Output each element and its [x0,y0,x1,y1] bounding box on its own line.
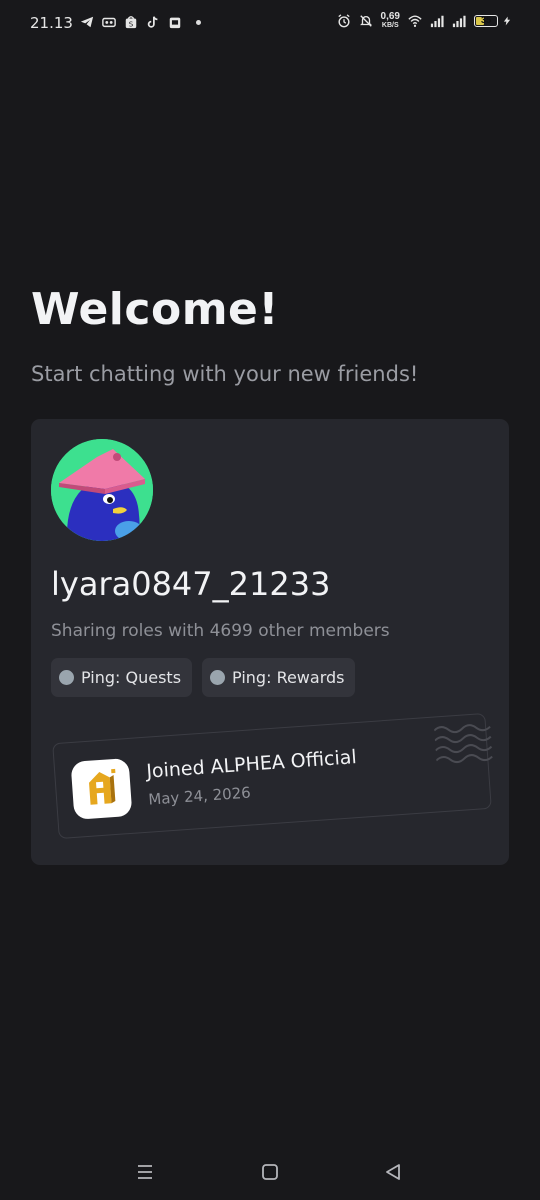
telegram-icon [80,16,94,28]
username: lyara0847_21233 [51,565,331,603]
role-list: Ping: Quests Ping: Rewards [51,658,356,697]
app-icon [169,17,181,29]
role-color-dot [59,670,74,685]
back-icon[interactable] [381,1160,405,1184]
tiktok-icon [147,16,158,28]
status-bar: 21.13 S 0,69 KB/S 35 [0,0,540,46]
role-label: Ping: Quests [81,668,182,687]
svg-text:S: S [129,20,134,28]
shared-roles-text: Sharing roles with 4699 other members [51,621,390,641]
net-speed-value: 0,69 [380,11,400,22]
avatar[interactable] [51,439,153,541]
signal-icon [430,15,444,28]
role-chip-quests[interactable]: Ping: Quests [51,658,193,697]
postmark-waves-icon [433,724,493,764]
net-speed-unit: KB/S [381,22,399,29]
wifi-icon [408,15,422,27]
notification-icons: S [80,15,201,29]
home-icon[interactable] [258,1160,282,1184]
avatar-illustration [51,439,153,541]
network-speed: 0,69 KB/S [381,12,400,30]
battery-icon: 35 [474,15,498,27]
signal-icon [452,15,466,28]
alarm-icon [337,14,350,28]
mute-icon [359,15,372,27]
status-time: 21.13 [30,14,73,32]
profile-card: lyara0847_21233 Sharing roles with 4699 … [31,419,509,865]
server-icon[interactable] [70,757,133,820]
joined-server-ticket: Joined ALPHEA Official May 24, 2026 [52,712,493,840]
role-label: Ping: Rewards [232,668,345,687]
recorder-icon [102,17,116,28]
menu-icon[interactable] [133,1160,157,1184]
shopee-icon: S [125,16,137,28]
charging-icon [503,16,511,26]
role-color-dot [210,670,226,685]
page-title: Welcome! [31,284,279,335]
battery-level: 35 [480,15,491,25]
system-nav-bar [0,1146,540,1200]
system-icons: 0,69 KB/S 35 [337,12,512,30]
role-chip-rewards[interactable]: Ping: Rewards [202,658,356,697]
alphea-logo-icon [89,768,116,805]
more-notifications-dot [196,19,201,25]
page-subtitle: Start chatting with your new friends! [31,362,419,386]
